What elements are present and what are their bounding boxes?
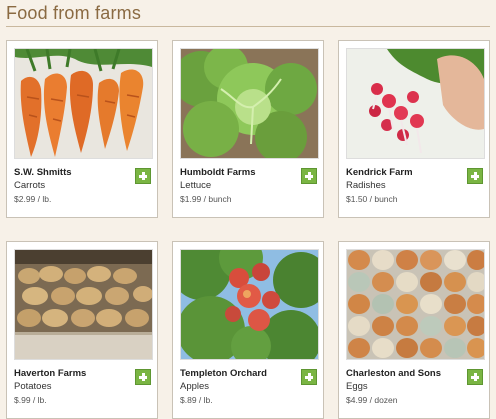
farm-name: Kendrick Farm [346, 167, 413, 178]
product-name: Eggs [346, 381, 368, 392]
farm-name: Humboldt Farms [180, 167, 256, 178]
product-price: $2.99 / lb. [14, 194, 52, 204]
add-to-cart-button-carrots[interactable] [135, 168, 151, 184]
farm-name: S.W. Shmitts [14, 167, 72, 178]
farm-name: Charleston and Sons [346, 368, 442, 379]
product-price: $.99 / lb. [14, 395, 47, 405]
farm-name: Haverton Farms [14, 368, 87, 379]
product-photo-carrots [14, 48, 153, 159]
product-photo-radishes [346, 48, 485, 159]
product-name: Lettuce [180, 180, 212, 191]
product-card-eggs[interactable]: Charleston and Sons Eggs $4.99 / dozen [338, 241, 490, 419]
product-card-lettuce[interactable]: Humboldt Farms Lettuce $1.99 / bunch [172, 40, 324, 218]
page-title: Food from farms [6, 3, 142, 23]
product-price: $1.50 / bunch [346, 194, 398, 204]
product-card-potatoes[interactable]: Haverton Farms Potatoes $.99 / lb. [6, 241, 158, 419]
add-to-cart-button-apples[interactable] [301, 369, 317, 385]
product-name: Potatoes [14, 381, 52, 392]
product-photo-eggs [346, 249, 485, 360]
product-photo-lettuce [180, 48, 319, 159]
add-to-cart-button-eggs[interactable] [467, 369, 483, 385]
product-photo-apples [180, 249, 319, 360]
product-card-carrots[interactable]: S.W. Shmitts Carrots $2.99 / lb. [6, 40, 158, 218]
add-to-cart-button-radishes[interactable] [467, 168, 483, 184]
product-price: $1.99 / bunch [180, 194, 232, 204]
farm-name: Templeton Orchard [180, 368, 267, 379]
product-card-radishes[interactable]: Kendrick Farm Radishes $1.50 / bunch [338, 40, 490, 218]
product-photo-potatoes [14, 249, 153, 360]
product-price: $.89 / lb. [180, 395, 213, 405]
product-card-apples[interactable]: Templeton Orchard Apples $.89 / lb. [172, 241, 324, 419]
product-name: Carrots [14, 180, 46, 191]
product-price: $4.99 / dozen [346, 395, 398, 405]
add-to-cart-button-lettuce[interactable] [301, 168, 317, 184]
header-divider [6, 26, 490, 27]
add-to-cart-button-potatoes[interactable] [135, 369, 151, 385]
product-name: Radishes [346, 180, 386, 191]
product-name: Apples [180, 381, 210, 392]
page-header: Food from farms [0, 0, 496, 28]
